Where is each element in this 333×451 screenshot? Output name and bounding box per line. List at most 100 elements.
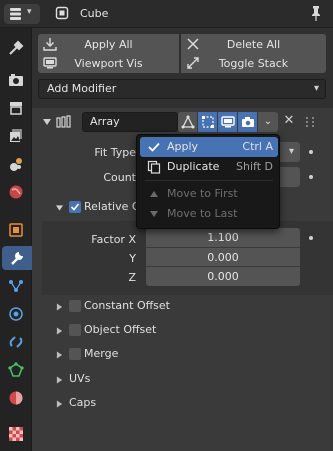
array-modifier-icon [56,115,71,128]
object-offset-label: Object Offset [84,323,157,336]
checkmark-icon [70,203,80,211]
tab-object-data[interactable] [4,358,28,382]
render-toggle[interactable] [238,112,257,132]
material-icon [9,391,23,405]
monitor-icon [220,116,235,128]
checkmark-icon [148,142,160,152]
modifier-name-field[interactable]: Array [82,112,178,132]
constant-offset-subpanel-header[interactable]: Constant Offset [42,295,333,319]
expand-arrow-icon [56,400,63,408]
drag-handle-icon[interactable] [304,116,316,128]
tab-physics[interactable] [4,302,28,326]
expand-arrow-icon [56,351,63,359]
viewport-vis-label: Viewport Vis [74,56,143,70]
tab-tool[interactable] [4,36,28,60]
physics-icon [9,307,23,321]
tab-render[interactable] [4,68,28,92]
toggle-stack-button[interactable]: Toggle Stack [181,53,326,73]
object-offset-checkbox[interactable] [69,324,81,336]
particles-icon [9,280,23,292]
factor-z-field[interactable]: 0.000 [146,266,300,286]
menu-item-duplicate[interactable]: Duplicate Shift D [140,157,278,177]
tab-constraints[interactable] [4,330,28,354]
chevron-down-icon: ▾ [27,7,32,17]
caps-subpanel-header[interactable]: Caps [42,392,333,416]
chevron-down-icon: ▾ [288,146,294,157]
object-name: Cube [80,7,109,20]
mesh-data-icon [8,362,24,377]
triangle-down-icon [150,211,158,217]
view-layer-icon [10,129,22,142]
constant-offset-label: Constant Offset [84,299,170,312]
menu-item-label: Duplicate [167,160,220,173]
factor-z-label: Z [128,271,136,284]
object-offset-subpanel-header[interactable]: Object Offset [42,319,333,343]
merge-subpanel-header[interactable]: Merge [42,343,333,367]
monitor-icon [43,57,57,69]
expand-arrow-icon [56,376,63,384]
merge-checkbox[interactable] [69,348,81,360]
menu-item-label: Move to First [167,187,238,200]
factor-y-field[interactable]: 0.000 [146,247,300,267]
modifier-extras-menu: Apply Ctrl A Duplicate Shift D Move to F… [136,134,280,229]
edit-cage-icon [181,115,194,129]
add-modifier-dropdown[interactable]: Add Modifier ▾ [38,79,326,99]
tab-output[interactable] [4,96,28,120]
expand-arrow-icon [56,205,63,211]
object-data-icon [55,6,69,20]
factor-x-label: Factor X [91,233,136,246]
editor-type-button[interactable]: ▾ [4,4,40,24]
constraints-icon [9,336,23,348]
delete-all-label: Delete All [226,37,281,51]
delete-all-icon [187,38,199,50]
factor-x-field[interactable]: 1.100 [146,228,300,248]
apply-all-label: Apply All [84,37,133,51]
object-icon [9,223,23,237]
wrench-icon [11,252,23,265]
delete-all-button[interactable]: Delete All [181,34,326,54]
apply-all-button[interactable]: Apply All [38,34,179,54]
properties-tab-bar [0,28,32,451]
factor-y-label: Y [129,252,136,265]
properties-editor-icon [10,8,21,20]
animate-property-dot[interactable] [309,150,313,154]
toggle-stack-icon [187,57,199,69]
menu-item-move-to-last[interactable]: Move to Last [140,204,278,224]
expand-arrow-icon [56,303,63,311]
constant-offset-checkbox[interactable] [69,300,81,312]
menu-item-move-to-first[interactable]: Move to First [140,184,278,204]
uvs-label: UVs [69,372,91,385]
output-icon [10,102,22,115]
menu-item-shortcut: Shift D [236,160,273,173]
edit-mode-toggle[interactable] [198,112,217,132]
animate-property-dot[interactable] [309,236,313,240]
tab-scene[interactable] [4,152,28,176]
collapse-arrow-icon[interactable] [43,118,51,126]
menu-item-label: Apply [167,140,199,153]
tab-world[interactable] [4,180,28,204]
modifier-extras-dropdown[interactable]: ⌄ [258,112,278,132]
tab-particles[interactable] [4,274,28,298]
uvs-subpanel-header[interactable]: UVs [42,368,333,392]
pin-icon[interactable] [308,4,324,22]
camera-icon [241,117,254,127]
relative-offset-checkbox[interactable] [69,201,81,213]
animate-property-dot[interactable] [309,175,313,179]
viewport-display-toggle[interactable] [218,112,237,132]
menu-item-label: Move to Last [167,207,238,220]
tab-view-layer[interactable] [4,124,28,148]
tab-modifiers[interactable] [2,246,32,270]
caps-label: Caps [69,396,97,409]
render-icon [9,74,23,86]
tab-object[interactable] [4,218,28,242]
edit-mode-cage-toggle[interactable] [178,112,197,132]
texture-icon [9,427,23,441]
delete-modifier-button[interactable]: ✕ [282,111,296,131]
duplicate-icon [147,160,161,174]
tab-material[interactable] [4,386,28,410]
menu-separator [145,180,273,181]
menu-item-apply[interactable]: Apply Ctrl A [140,137,278,157]
viewport-vis-button[interactable]: Viewport Vis [38,53,179,73]
triangle-up-icon [150,191,158,197]
tab-texture[interactable] [4,422,28,446]
